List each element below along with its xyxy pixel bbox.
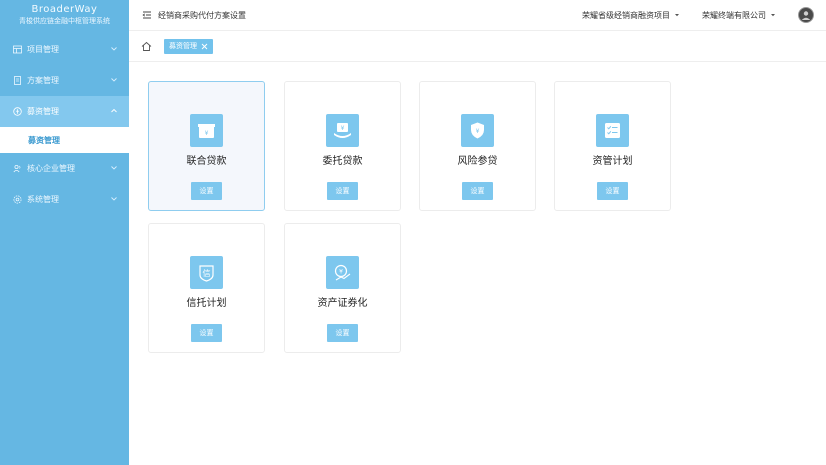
tabbar: 募资管理 <box>129 31 826 62</box>
sidebar-item-projects[interactable]: 项目管理 <box>0 34 129 65</box>
sidebar-item-fundraising[interactable]: 募资管理 <box>0 96 129 127</box>
logo: BroaderWay 青梭供应链金融中枢管理系统 <box>0 0 129 31</box>
chevron-down-icon <box>111 78 117 82</box>
settings-button[interactable]: 设置 <box>191 182 222 200</box>
logo-subtitle: 青梭供应链金融中枢管理系统 <box>19 17 110 25</box>
svg-text:信: 信 <box>203 268 211 278</box>
svg-text:¥: ¥ <box>476 128 480 135</box>
caret-down-icon <box>771 14 775 17</box>
card-asset-management[interactable]: 资管计划 设置 <box>554 81 671 211</box>
sidebar-subitem-fundraising[interactable]: 募资管理 <box>0 127 129 153</box>
svg-text:¥: ¥ <box>341 125 345 132</box>
card-trust-plan[interactable]: 信 信托计划 设置 <box>148 223 265 353</box>
checklist-icon <box>596 114 629 147</box>
settings-button[interactable]: 设置 <box>597 182 628 200</box>
sidebar-item-core-enterprises[interactable]: 核心企业管理 <box>0 153 129 184</box>
sidebar-item-label: 核心企业管理 <box>27 164 75 173</box>
card-joint-loan[interactable]: ¥ 联合贷款 设置 <box>148 81 265 211</box>
sidebar-subitem-label: 募资管理 <box>28 135 60 145</box>
chevron-down-icon <box>111 197 117 201</box>
sidebar: BroaderWay 青梭供应链金融中枢管理系统 项目管理 方案管理 募资管理 … <box>0 0 129 465</box>
card-securitization[interactable]: ¥ 资产证券化 设置 <box>284 223 401 353</box>
yuan-box-icon: ¥ <box>190 114 223 147</box>
sidebar-menu: 项目管理 方案管理 募资管理 募资管理 核心企业管理 系统管理 <box>0 34 129 215</box>
card-title: 信托计划 <box>186 298 227 309</box>
sidebar-item-label: 系统管理 <box>27 195 59 204</box>
avatar[interactable] <box>798 7 814 23</box>
table-icon <box>13 45 22 54</box>
project-select-value: 荣耀省级经销商融资项目 <box>582 10 670 20</box>
sidebar-item-plans[interactable]: 方案管理 <box>0 65 129 96</box>
menu-fold-icon[interactable] <box>142 10 152 20</box>
app: BroaderWay 青梭供应链金融中枢管理系统 项目管理 方案管理 募资管理 … <box>0 0 826 465</box>
chevron-down-icon <box>111 47 117 51</box>
tab-fundraising[interactable]: 募资管理 <box>164 38 213 54</box>
home-icon[interactable] <box>141 41 152 52</box>
tab-label: 募资管理 <box>169 42 197 50</box>
settings-button[interactable]: 设置 <box>462 182 493 200</box>
card-title: 风险参贷 <box>457 156 498 167</box>
shield-yuan-icon: ¥ <box>461 114 494 147</box>
card-entrusted-loan[interactable]: ¥ 委托贷款 设置 <box>284 81 401 211</box>
sidebar-item-label: 方案管理 <box>27 76 59 85</box>
project-select[interactable]: 荣耀省级经销商融资项目 <box>582 10 680 21</box>
settings-button[interactable]: 设置 <box>327 324 358 342</box>
company-select[interactable]: 荣耀终端有限公司 <box>702 10 776 21</box>
card-title: 资管计划 <box>592 156 633 167</box>
card-risk-participation[interactable]: ¥ 风险参贷 设置 <box>419 81 536 211</box>
chevron-down-icon <box>111 166 117 170</box>
card-title: 联合贷款 <box>186 156 227 167</box>
securities-icon: ¥ <box>326 256 359 289</box>
card-title: 资产证券化 <box>317 298 368 309</box>
users-icon <box>13 164 22 173</box>
settings-button[interactable]: 设置 <box>191 324 222 342</box>
top-right: 荣耀省级经销商融资项目 荣耀终端有限公司 <box>582 7 814 23</box>
settings-button[interactable]: 设置 <box>327 182 358 200</box>
svg-text:¥: ¥ <box>205 130 209 137</box>
card-title: 委托贷款 <box>322 156 363 167</box>
sidebar-item-system[interactable]: 系统管理 <box>0 184 129 215</box>
caret-down-icon <box>675 14 679 17</box>
document-icon <box>13 76 22 85</box>
company-select-value: 荣耀终端有限公司 <box>702 10 766 20</box>
gear-icon <box>13 195 22 204</box>
close-icon[interactable] <box>201 43 208 50</box>
topbar: 经销商采购代付方案设置 荣耀省级经销商融资项目 荣耀终端有限公司 <box>129 0 826 31</box>
page-title: 经销商采购代付方案设置 <box>158 10 246 20</box>
sidebar-item-label: 项目管理 <box>27 45 59 54</box>
chevron-up-icon <box>111 108 117 113</box>
trust-badge-icon: 信 <box>190 256 223 289</box>
coin-icon <box>13 107 22 116</box>
yuan-hand-icon: ¥ <box>326 114 359 147</box>
logo-title: BroaderWay <box>31 4 98 15</box>
svg-text:¥: ¥ <box>339 269 343 276</box>
sidebar-item-label: 募资管理 <box>27 107 59 116</box>
